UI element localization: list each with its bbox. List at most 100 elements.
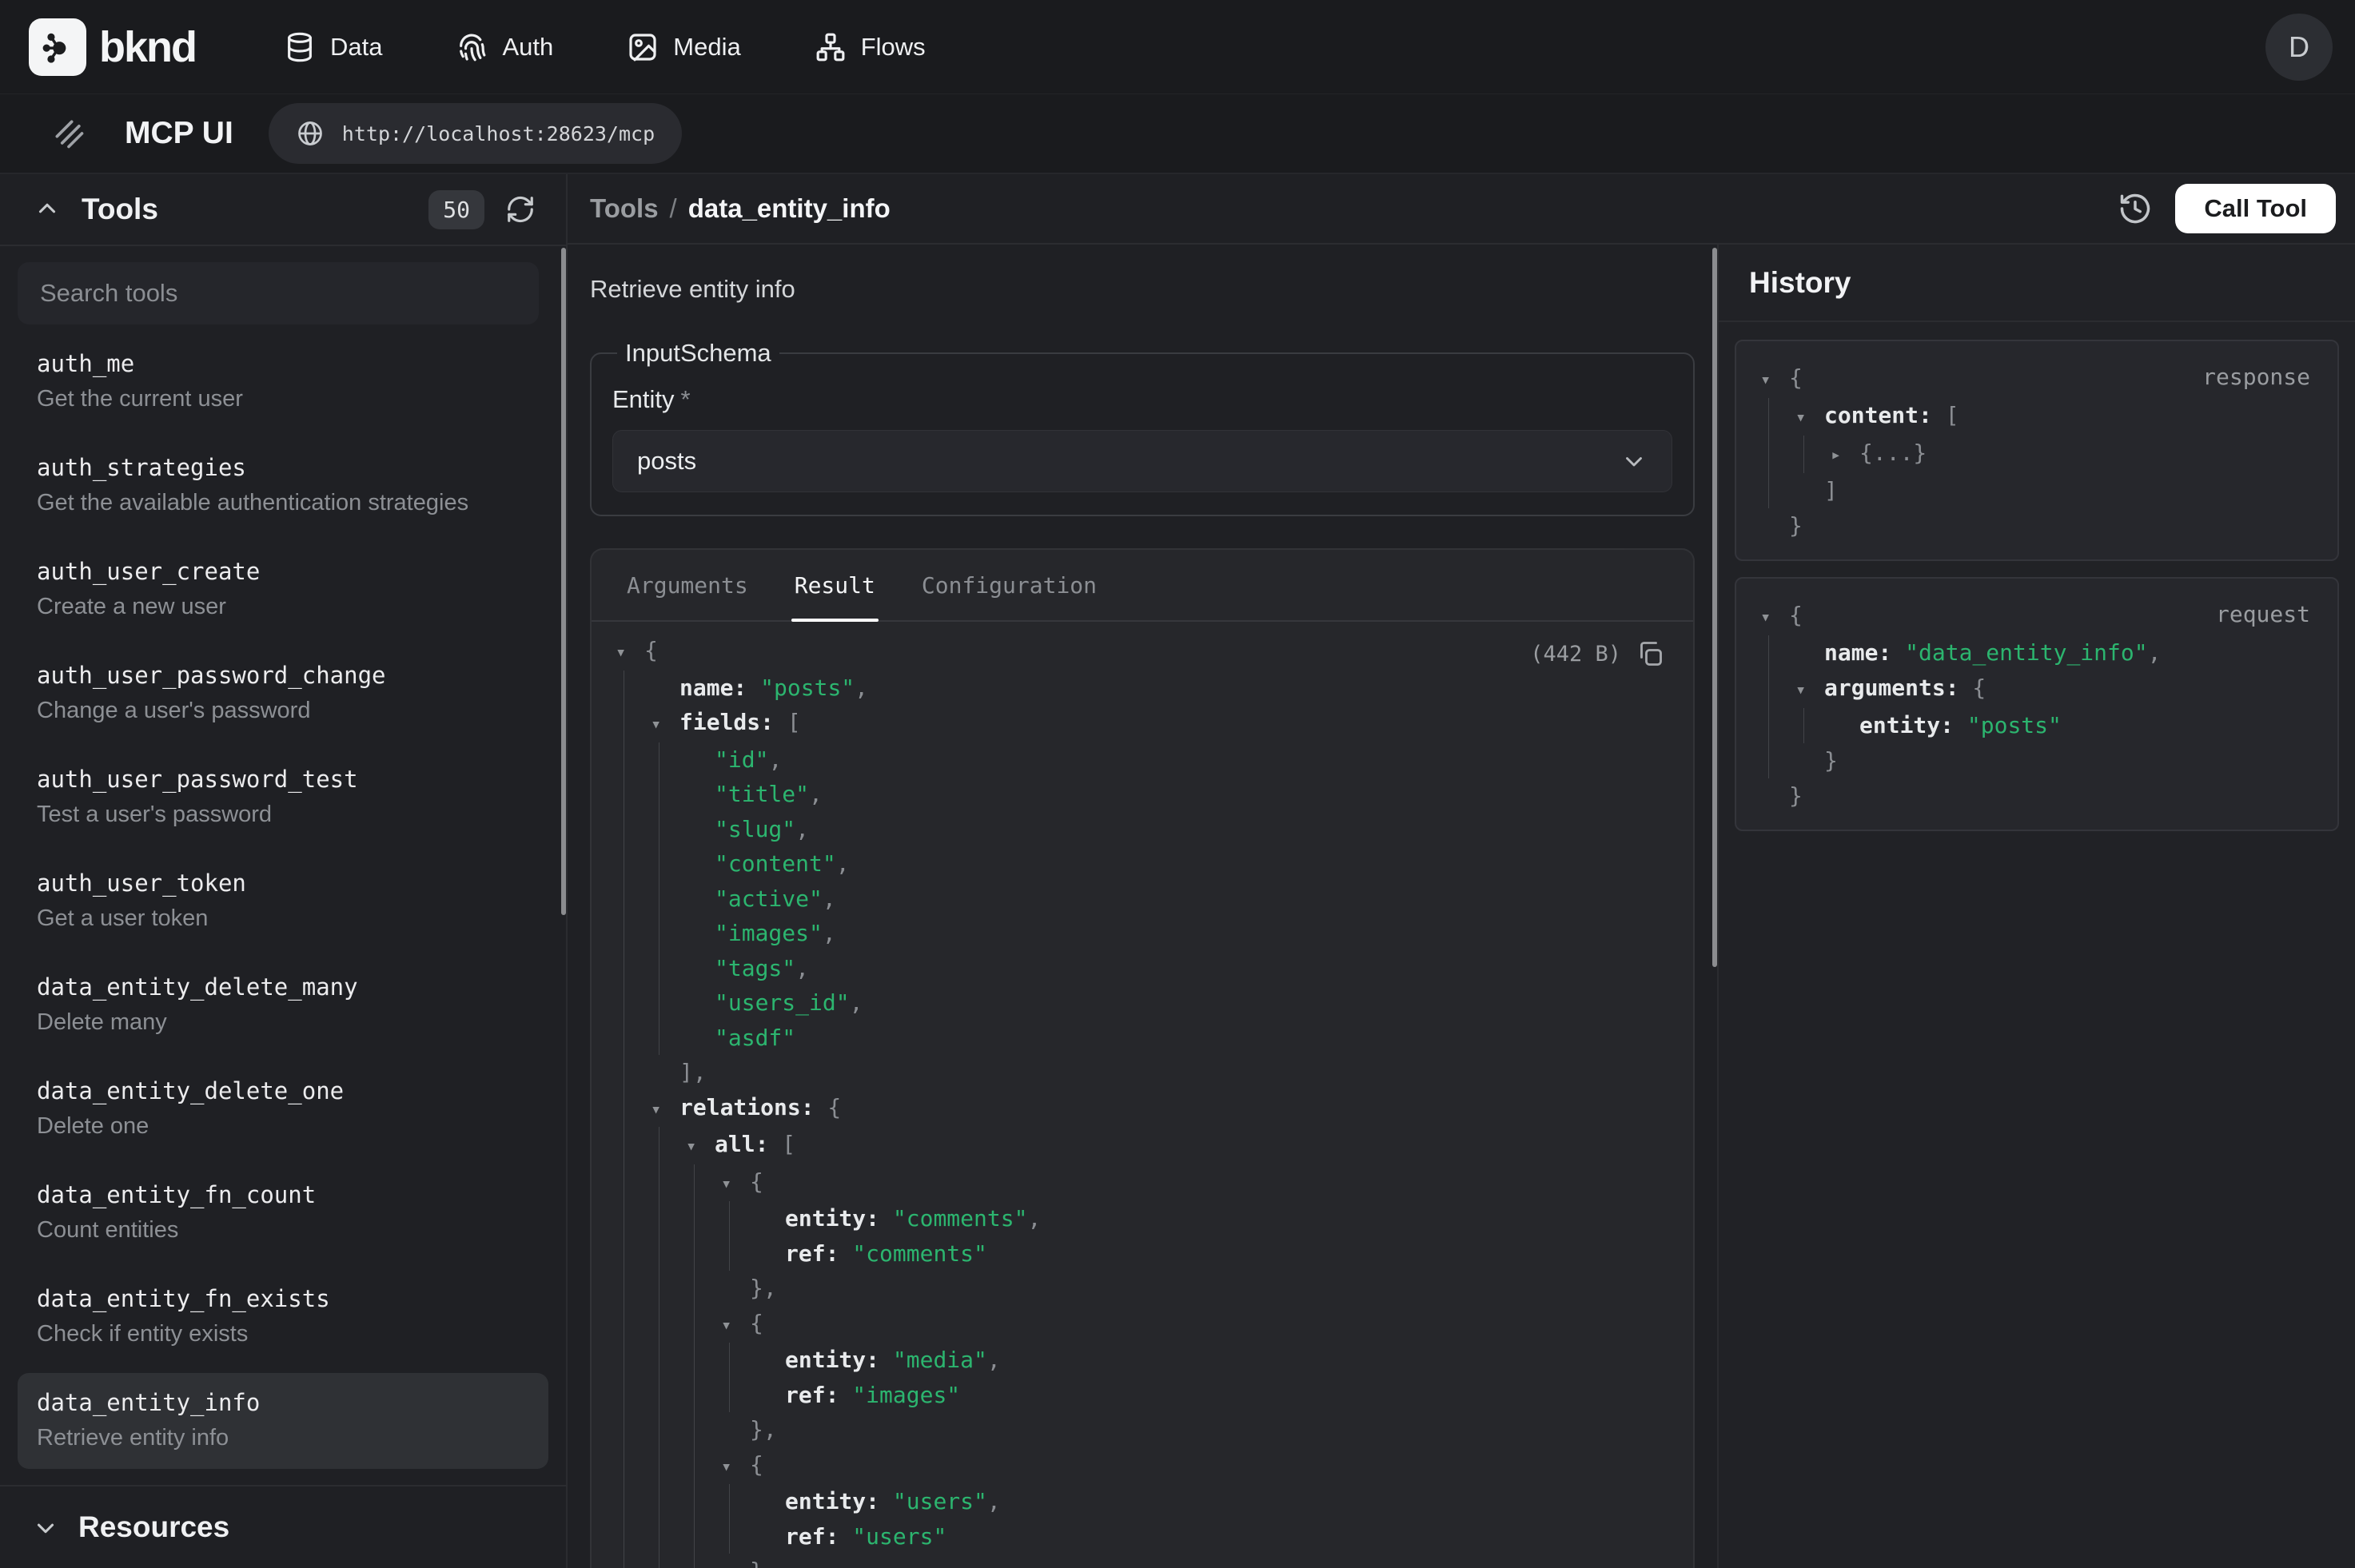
nav-item-flows[interactable]: Flows [815, 31, 926, 63]
tool-list-item-data_entity_fn_exists[interactable]: data_entity_fn_existsCheck if entity exi… [18, 1269, 548, 1365]
mcp-url-chip[interactable]: http://localhost:28623/mcp [269, 103, 682, 164]
sidebar-scrollbar[interactable] [561, 248, 566, 915]
nav-item-label: Auth [502, 33, 553, 62]
entity-select-value: posts [637, 447, 696, 476]
json-line: ▾{ [616, 1447, 1664, 1485]
collapse-triangle-icon[interactable]: ▾ [1795, 400, 1824, 436]
collapse-triangle-icon[interactable]: ▾ [721, 1308, 750, 1343]
sidebar: Tools 50 auth_meGet the current userauth… [0, 174, 568, 1568]
json-punctuation: [ [774, 709, 801, 735]
json-string-value: "users_id" [715, 989, 850, 1016]
json-string-value: "tags" [715, 955, 795, 981]
json-key: name: [679, 675, 747, 701]
tool-list-item-data_entity_delete_many[interactable]: data_entity_delete_manyDelete many [18, 957, 548, 1053]
json-key: entity: [1859, 712, 1954, 738]
chevron-up-icon[interactable] [34, 196, 61, 223]
nav-item-media[interactable]: Media [627, 31, 740, 63]
breadcrumb: Tools / data_entity_info [590, 193, 891, 224]
collapse-triangle-icon[interactable]: ▾ [651, 1092, 679, 1128]
tab-arguments[interactable]: Arguments [627, 550, 748, 620]
collapse-triangle-icon[interactable]: ▾ [686, 1129, 715, 1164]
json-line: } [616, 1554, 1664, 1568]
tool-list-item-auth_user_token[interactable]: auth_user_tokenGet a user token [18, 854, 548, 949]
json-line: ▾{ [616, 633, 1664, 671]
refresh-icon[interactable] [505, 194, 536, 225]
json-punctuation: , [987, 1347, 1001, 1373]
json-line: ref: "users" [616, 1519, 1664, 1554]
tool-list-item-auth_me[interactable]: auth_meGet the current user [18, 334, 548, 430]
breadcrumb-root[interactable]: Tools [590, 193, 659, 224]
tool-list-item-data_entity_info[interactable]: data_entity_infoRetrieve entity info [18, 1373, 548, 1469]
collapse-triangle-icon[interactable]: ▾ [1760, 363, 1789, 398]
network-icon [815, 31, 847, 63]
tool-description: Test a user's password [37, 802, 529, 828]
main-header: Tools / data_entity_info Call Tool [568, 174, 2355, 245]
copy-icon[interactable] [1636, 639, 1664, 668]
json-punctuation: , [823, 885, 836, 912]
json-string-value: "data_entity_info" [1891, 639, 2147, 666]
tools-section-header[interactable]: Tools 50 [0, 174, 566, 246]
input-schema-fieldset: InputSchema Entity* posts [590, 339, 1695, 516]
entity-select[interactable]: posts [612, 430, 1672, 492]
collapse-triangle-icon[interactable]: ▾ [1795, 673, 1824, 708]
json-punctuation: {...} [1859, 440, 1927, 466]
json-line: "tags", [616, 951, 1664, 986]
collapse-triangle-icon[interactable]: ▾ [616, 635, 644, 671]
json-punctuation: { [750, 1451, 763, 1478]
tab-result[interactable]: Result [795, 550, 875, 620]
mcp-logo-icon [51, 116, 86, 151]
json-punctuation: }, [750, 1275, 777, 1301]
json-line: "asdf" [616, 1021, 1664, 1056]
nav-item-data[interactable]: Data [284, 31, 382, 63]
json-string-value: "posts" [1954, 712, 2062, 738]
json-line: "active", [616, 882, 1664, 917]
json-string-value: "images" [839, 1382, 960, 1408]
expand-triangle-icon[interactable]: ▸ [1831, 438, 1859, 473]
tool-list-item-auth_user_password_test[interactable]: auth_user_password_test Test a user's pas… [18, 750, 548, 846]
collapse-triangle-icon[interactable]: ▾ [721, 1450, 750, 1485]
tool-list-item-data_entity_fn_count[interactable]: data_entity_fn_countCount entities [18, 1165, 548, 1261]
json-line: } [1760, 743, 2313, 778]
json-punctuation: } [750, 1558, 763, 1568]
image-icon [627, 31, 659, 63]
bknd-logo[interactable]: bknd [29, 18, 196, 76]
json-key: name: [1824, 639, 1891, 666]
call-tool-button[interactable]: Call Tool [2175, 184, 2336, 233]
tool-name: auth_user_password_test [37, 766, 529, 793]
search-input[interactable] [18, 262, 539, 324]
json-string-value: "comments" [879, 1205, 1027, 1232]
json-punctuation: ] [1824, 477, 1838, 503]
tool-name: auth_me [37, 350, 529, 377]
json-string-value: "posts" [747, 675, 855, 701]
tool-list-item-auth_user_password_change[interactable]: auth_user_password_changeChange a user's… [18, 646, 548, 742]
tools-count-badge: 50 [428, 190, 484, 229]
json-key: relations: [679, 1094, 815, 1120]
nav-item-auth[interactable]: Auth [456, 31, 553, 63]
json-key: arguments: [1824, 675, 1959, 701]
json-punctuation: [ [768, 1131, 795, 1157]
history-icon[interactable] [2118, 191, 2153, 226]
collapse-triangle-icon[interactable]: ▾ [651, 707, 679, 742]
tool-list-item-auth_user_create[interactable]: auth_user_createCreate a new user [18, 542, 548, 638]
tool-list-item-data_entity_delete_one[interactable]: data_entity_delete_oneDelete one [18, 1061, 548, 1157]
history-entry-request[interactable]: request▾{name: "data_entity_info",▾argum… [1735, 577, 2339, 831]
fingerprint-icon [456, 31, 488, 63]
input-schema-legend: InputSchema [617, 339, 779, 368]
collapse-triangle-icon[interactable]: ▾ [721, 1167, 750, 1202]
json-key: entity: [785, 1488, 879, 1514]
main-scrollbar[interactable] [1712, 248, 1717, 967]
json-punctuation: , [2148, 639, 2162, 666]
tool-name: data_entity_delete_many [37, 973, 529, 1001]
chevron-down-icon[interactable] [32, 1514, 59, 1541]
user-avatar[interactable]: D [2265, 14, 2333, 81]
json-line: "images", [616, 916, 1664, 951]
tab-configuration[interactable]: Configuration [922, 550, 1097, 620]
history-entry-response[interactable]: response▾{▾content: [▸{...}]} [1735, 340, 2339, 561]
collapse-triangle-icon[interactable]: ▾ [1760, 600, 1789, 635]
tool-description: Get a user token [37, 905, 529, 932]
tool-name: auth_strategies [37, 454, 529, 481]
json-line: "slug", [616, 812, 1664, 847]
entity-field-label: Entity* [612, 385, 1672, 414]
tool-list-item-auth_strategies[interactable]: auth_strategiesGet the available authent… [18, 438, 548, 534]
resources-section-header[interactable]: Resources [0, 1485, 566, 1568]
